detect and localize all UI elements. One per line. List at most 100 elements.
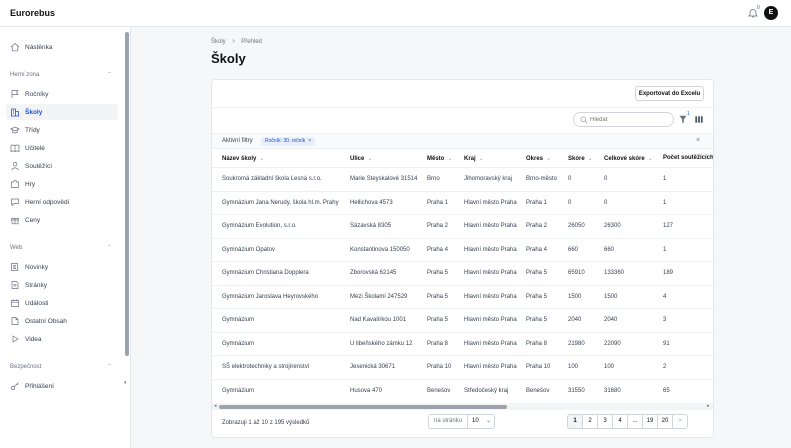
column-header[interactable]: Ulice ⌄ [350, 155, 372, 162]
table-row[interactable]: Gymnázium Jaroslava Heyrovského Mezi Škol… [212, 284, 713, 309]
table-cell: 660 [604, 246, 615, 253]
table-cell: Praha 5 [427, 317, 449, 323]
column-header[interactable]: Město ⌄ [427, 155, 452, 162]
horizontal-scrollbar[interactable]: ◂ ▸ [212, 403, 713, 410]
table-cell: Gymnázium [222, 340, 255, 347]
sidebar-item-udalosti[interactable]: Události [6, 295, 118, 311]
clear-filters-icon[interactable]: × [696, 137, 700, 144]
table-cell: 133360 [604, 270, 625, 276]
scroll-right-icon[interactable]: ▸ [707, 403, 710, 409]
page-button[interactable]: 20 [657, 414, 673, 429]
table-cell: Středočeský kraj [464, 387, 509, 394]
table-cell: Praha 5 [526, 317, 548, 323]
columns-icon[interactable] [695, 116, 703, 123]
column-header[interactable]: Počet soutěžících [663, 155, 713, 161]
sort-chevron-icon[interactable]: ⌄ [367, 156, 372, 162]
scrollbar-thumb[interactable] [219, 404, 507, 409]
sort-chevron-icon[interactable]: ⌄ [648, 156, 653, 162]
remove-filter-icon[interactable]: × [308, 137, 311, 146]
graduation-cap-icon [10, 126, 20, 134]
table-cell: Hlavní město Praha [464, 293, 517, 300]
filter-icon[interactable] [679, 115, 687, 124]
notification-count: 0 [757, 5, 760, 11]
search-input[interactable] [590, 115, 670, 125]
column-header[interactable]: Skóre ⌄ [568, 155, 593, 162]
column-header-label: Skóre [568, 156, 585, 162]
column-header[interactable]: Celkové skóre ⌄ [604, 155, 653, 162]
sidebar-item-rocniky[interactable]: Ročníky [6, 86, 118, 102]
sidebar-item-videa[interactable]: Videa [6, 331, 118, 347]
sidebar-item-ceny[interactable]: Ceny [6, 212, 118, 228]
sidebar-item-ostatni-obsah[interactable]: Ostatní Obsah [6, 313, 118, 329]
sidebar-item-herni-odpovedi[interactable]: Herní odpovědi [6, 194, 118, 210]
table-row[interactable]: Gymnázium Evolution, s.r.o. Sázavská 8305… [212, 214, 713, 238]
export-excel-button[interactable]: Exportovat do Excelu [635, 86, 704, 101]
table-row[interactable]: Gymnázium Husova 470 Benešov Středočeský kr… [212, 378, 713, 403]
sidebar-item-label: Třídy [25, 126, 40, 134]
page-button[interactable]: 19 [642, 414, 658, 429]
table-cell: 189 [663, 270, 674, 276]
next-page-button[interactable]: > [672, 414, 688, 429]
sidebar-item-soutezici[interactable]: Soutěžící [6, 158, 118, 174]
chevron-up-icon[interactable]: ⌃ [107, 71, 112, 78]
table-cell: Praha 5 [427, 293, 449, 300]
sidebar-item-skoly[interactable]: Školy [6, 104, 118, 120]
filter-chip-label: Ročník: 30. ročník [265, 138, 306, 144]
column-header[interactable]: Okres ⌄ [526, 155, 551, 162]
table-cell: Husova 470 [350, 387, 383, 394]
sidebar-item-tridy[interactable]: Třídy [6, 122, 118, 138]
section-web: Web [10, 245, 23, 251]
table-row[interactable]: Gymnázium Jana Nerudy, škola hl.m. Prahy… [212, 190, 713, 215]
newspaper-icon [11, 263, 18, 271]
page-button[interactable]: 2 [582, 414, 598, 429]
key-icon [11, 382, 19, 390]
table-row[interactable]: Gymnázium Nad Kavalírkou 1001 Praha 5 Hlavn… [212, 308, 713, 332]
search-icon [580, 116, 588, 124]
sidebar-item-nastenka[interactable]: Nástěnka [6, 39, 118, 55]
chevron-up-icon[interactable]: ⌃ [107, 244, 112, 251]
sort-chevron-icon[interactable]: ⌄ [479, 156, 484, 162]
page-button[interactable]: 3 [597, 414, 613, 429]
table-cell: Praha 8 [427, 340, 449, 347]
avatar[interactable]: E [764, 6, 778, 20]
sidebar-item-ucitele[interactable]: Učitelé [6, 140, 118, 156]
table-row[interactable]: SŠ elektrotechniky a strojírenství Jeseni… [212, 355, 713, 379]
table-cell: Gymnázium Jaroslava Heyrovského [222, 293, 319, 300]
app-logo[interactable]: Eurorebus [10, 8, 55, 18]
column-header[interactable]: Kraj ⌄ [464, 155, 484, 162]
page-button[interactable]: 4 [612, 414, 628, 429]
table-row[interactable]: Gymnázium U libeňského zámku 12 Praha 8 Hla… [212, 331, 713, 356]
breadcrumb-parent[interactable]: Školy [211, 39, 226, 45]
table-cell: Hellichova 4573 [350, 199, 393, 206]
sidebar-item-stranky[interactable]: Stránky [6, 277, 118, 293]
page-button[interactable]: 1 [567, 414, 583, 429]
scroll-down-icon[interactable]: ▾ [124, 380, 127, 386]
search-box[interactable] [573, 112, 674, 127]
sidebar-item-hry[interactable]: Hry [6, 176, 118, 192]
table-cell: SŠ elektrotechniky a strojírenství [222, 364, 310, 370]
table-row[interactable]: Gymnázium Opatov Konstantinova 150050 Prah… [212, 237, 713, 262]
sidebar-item-label: Videa [25, 335, 42, 343]
table-cell: 0 [604, 176, 608, 182]
chevron-up-icon[interactable]: ⌃ [107, 363, 112, 370]
sort-chevron-icon[interactable]: ⌄ [546, 156, 551, 162]
sort-chevron-icon[interactable]: ⌄ [447, 156, 452, 162]
table-row[interactable]: Soukromá základní škola Lesná s.r.o. Mari… [212, 167, 713, 191]
table-cell: Praha 2 [427, 223, 449, 229]
table-cell: 660 [568, 246, 579, 253]
per-page-select[interactable]: 10 ⌄ [467, 414, 495, 429]
column-header[interactable]: Název školy ⌄ [222, 155, 264, 162]
table-cell: Praha 10 [526, 364, 551, 370]
sidebar-item-novinky[interactable]: Novinky [6, 259, 118, 275]
table-cell: Zborovská 62145 [350, 270, 397, 276]
scroll-left-icon[interactable]: ◂ [214, 403, 217, 409]
table-cell: 22090 [604, 340, 621, 347]
filter-chip[interactable]: Ročník: 30. ročník × [261, 137, 316, 146]
sidebar-scrollbar[interactable] [125, 32, 129, 356]
table-cell: 2040 [604, 317, 618, 323]
table-row[interactable]: Gymnázium Christiana Dopplera Zborovská 6… [212, 261, 713, 285]
sort-chevron-icon[interactable]: ⌄ [259, 156, 264, 162]
sidebar-item-prihlaseni[interactable]: Přihlášení [6, 378, 118, 394]
sort-chevron-icon[interactable]: ⌄ [588, 156, 593, 162]
table-cell: 0 [604, 199, 608, 206]
